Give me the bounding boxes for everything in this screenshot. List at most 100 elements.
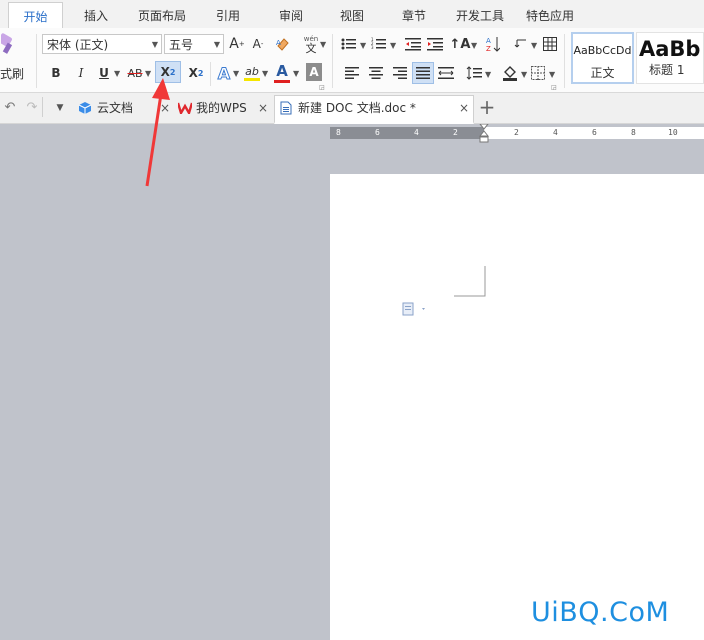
font-dialog-launcher-icon[interactable]: ◲	[319, 84, 325, 91]
shading-button[interactable]	[500, 62, 520, 84]
chevron-down-icon: ▼	[360, 41, 367, 50]
table-icon	[543, 37, 557, 51]
close-icon[interactable]: ×	[258, 96, 268, 120]
ruler-tick: 8	[631, 128, 636, 137]
bullet-list-button[interactable]	[340, 34, 358, 54]
sort-button[interactable]: AZ	[484, 34, 502, 54]
chevron-down-icon: ▼	[531, 41, 538, 50]
font-color-icon: A	[276, 61, 288, 80]
ruler-tick: 4	[414, 128, 419, 137]
text-effect-button[interactable]: A	[214, 62, 234, 84]
ruler-tick: 10	[668, 128, 678, 137]
quick-access-dropdown-icon[interactable]: ▼	[52, 101, 68, 115]
tab-references[interactable]: 引用	[216, 0, 240, 28]
ruler-tick: 2	[514, 128, 519, 137]
margin-corner-mark	[454, 266, 486, 297]
distributed-button[interactable]	[438, 64, 454, 82]
format-painter-icon[interactable]	[0, 32, 22, 58]
svg-text:A: A	[486, 37, 491, 45]
align-center-button[interactable]	[368, 64, 384, 82]
justify-button[interactable]	[412, 62, 434, 84]
chevron-down-icon: ▼	[293, 69, 300, 78]
char-scaling-button[interactable]: ↑A	[450, 34, 471, 54]
style-heading-1-preview: AaBb	[639, 37, 701, 61]
indent-marker-icon[interactable]	[479, 124, 489, 144]
underline-button[interactable]: U	[96, 63, 112, 83]
justify-icon	[416, 67, 430, 79]
format-painter-label[interactable]: 式刷	[0, 64, 24, 82]
align-right-icon	[393, 67, 407, 79]
decrease-indent-icon	[405, 38, 421, 51]
tab-my-wps-label: 我的WPS	[196, 101, 247, 115]
svg-text:A: A	[276, 39, 281, 47]
chevron-down-icon: ▼	[262, 69, 269, 78]
char-shading-button[interactable]: A	[306, 63, 322, 81]
decrease-indent-button[interactable]	[404, 34, 422, 54]
tab-cloud-docs-label: 云文档	[97, 101, 134, 115]
grow-font-button[interactable]: A +	[228, 34, 246, 54]
tab-view[interactable]: 视图	[340, 0, 364, 28]
separator	[332, 34, 333, 88]
shrink-font-button[interactable]: A-	[249, 34, 267, 54]
highlight-button[interactable]: ab	[242, 62, 262, 84]
chevron-down-icon: ▼	[151, 40, 158, 49]
borders-icon	[531, 66, 545, 80]
style-heading-1[interactable]: AaBb 标题 1	[636, 32, 704, 84]
tab-insert[interactable]: 插入	[84, 0, 108, 28]
ruler-tick: 6	[375, 128, 380, 137]
clear-format-button[interactable]: A	[273, 34, 293, 54]
chevron-down-icon: ▼	[485, 70, 492, 79]
tab-sections[interactable]: 章节	[402, 0, 426, 28]
watermark: UiBQ.CoM	[531, 597, 670, 628]
align-right-button[interactable]	[392, 64, 408, 82]
eraser-icon: A	[276, 38, 289, 51]
tab-my-wps[interactable]: 我的WPS ×	[174, 96, 272, 121]
font-color-button[interactable]: A	[272, 61, 292, 83]
strikethrough-button[interactable]: AB	[124, 63, 146, 83]
ruler-tick: 6	[592, 128, 597, 137]
redo-icon[interactable]: ↷	[24, 99, 40, 115]
numbered-list-button[interactable]: 123	[370, 34, 388, 54]
chevron-down-icon: ▼	[114, 69, 121, 78]
show-marks-button[interactable]	[512, 34, 530, 54]
font-size-select[interactable]: 五号 ▼	[164, 34, 224, 54]
subscript-x: X	[188, 66, 198, 80]
paste-options-icon[interactable]	[402, 302, 428, 319]
style-normal[interactable]: AaBbCcDd 正文	[571, 32, 634, 84]
tab-review[interactable]: 审阅	[279, 0, 303, 28]
subscript-button[interactable]: X2	[184, 63, 208, 83]
close-icon[interactable]: ×	[459, 96, 469, 120]
line-spacing-button[interactable]	[466, 64, 482, 82]
tab-cloud-docs[interactable]: 云文档 ×	[76, 96, 171, 121]
paragraph-dialog-launcher-icon[interactable]: ◲	[551, 84, 557, 91]
style-normal-label: 正文	[590, 66, 615, 80]
italic-button[interactable]: I	[72, 63, 90, 83]
superscript-button[interactable]: X2	[155, 61, 181, 83]
table-button[interactable]	[541, 34, 559, 54]
cloud-doc-icon	[78, 102, 92, 114]
chevron-down-icon: ▼	[213, 40, 220, 49]
ruler-tick: 4	[553, 128, 558, 137]
borders-button[interactable]	[530, 64, 546, 82]
increase-indent-button[interactable]	[426, 34, 444, 54]
grow-font-icon: A	[229, 36, 239, 52]
new-tab-button[interactable]: +	[478, 95, 496, 119]
undo-icon[interactable]: ↶	[2, 99, 18, 115]
tab-active-document[interactable]: 新建 DOC 文档.doc * ×	[274, 95, 474, 124]
sort-icon: AZ	[486, 37, 500, 52]
increase-indent-icon	[427, 38, 443, 51]
document-page[interactable]	[330, 174, 704, 640]
chevron-down-icon: ▼	[471, 41, 478, 50]
bold-button[interactable]: B	[47, 63, 65, 83]
tab-developer[interactable]: 开发工具	[456, 0, 504, 28]
align-left-button[interactable]	[344, 64, 360, 82]
align-left-icon	[345, 67, 359, 79]
tab-special[interactable]: 特色应用	[526, 0, 574, 28]
tab-page-layout[interactable]: 页面布局	[138, 0, 186, 28]
tab-home[interactable]: 开始	[8, 2, 63, 31]
paint-bucket-icon	[503, 66, 517, 81]
close-icon[interactable]: ×	[160, 96, 170, 120]
subscript-2: 2	[197, 68, 204, 78]
font-name-select[interactable]: 宋体 (正文) ▼	[42, 34, 162, 54]
separator	[36, 34, 37, 88]
